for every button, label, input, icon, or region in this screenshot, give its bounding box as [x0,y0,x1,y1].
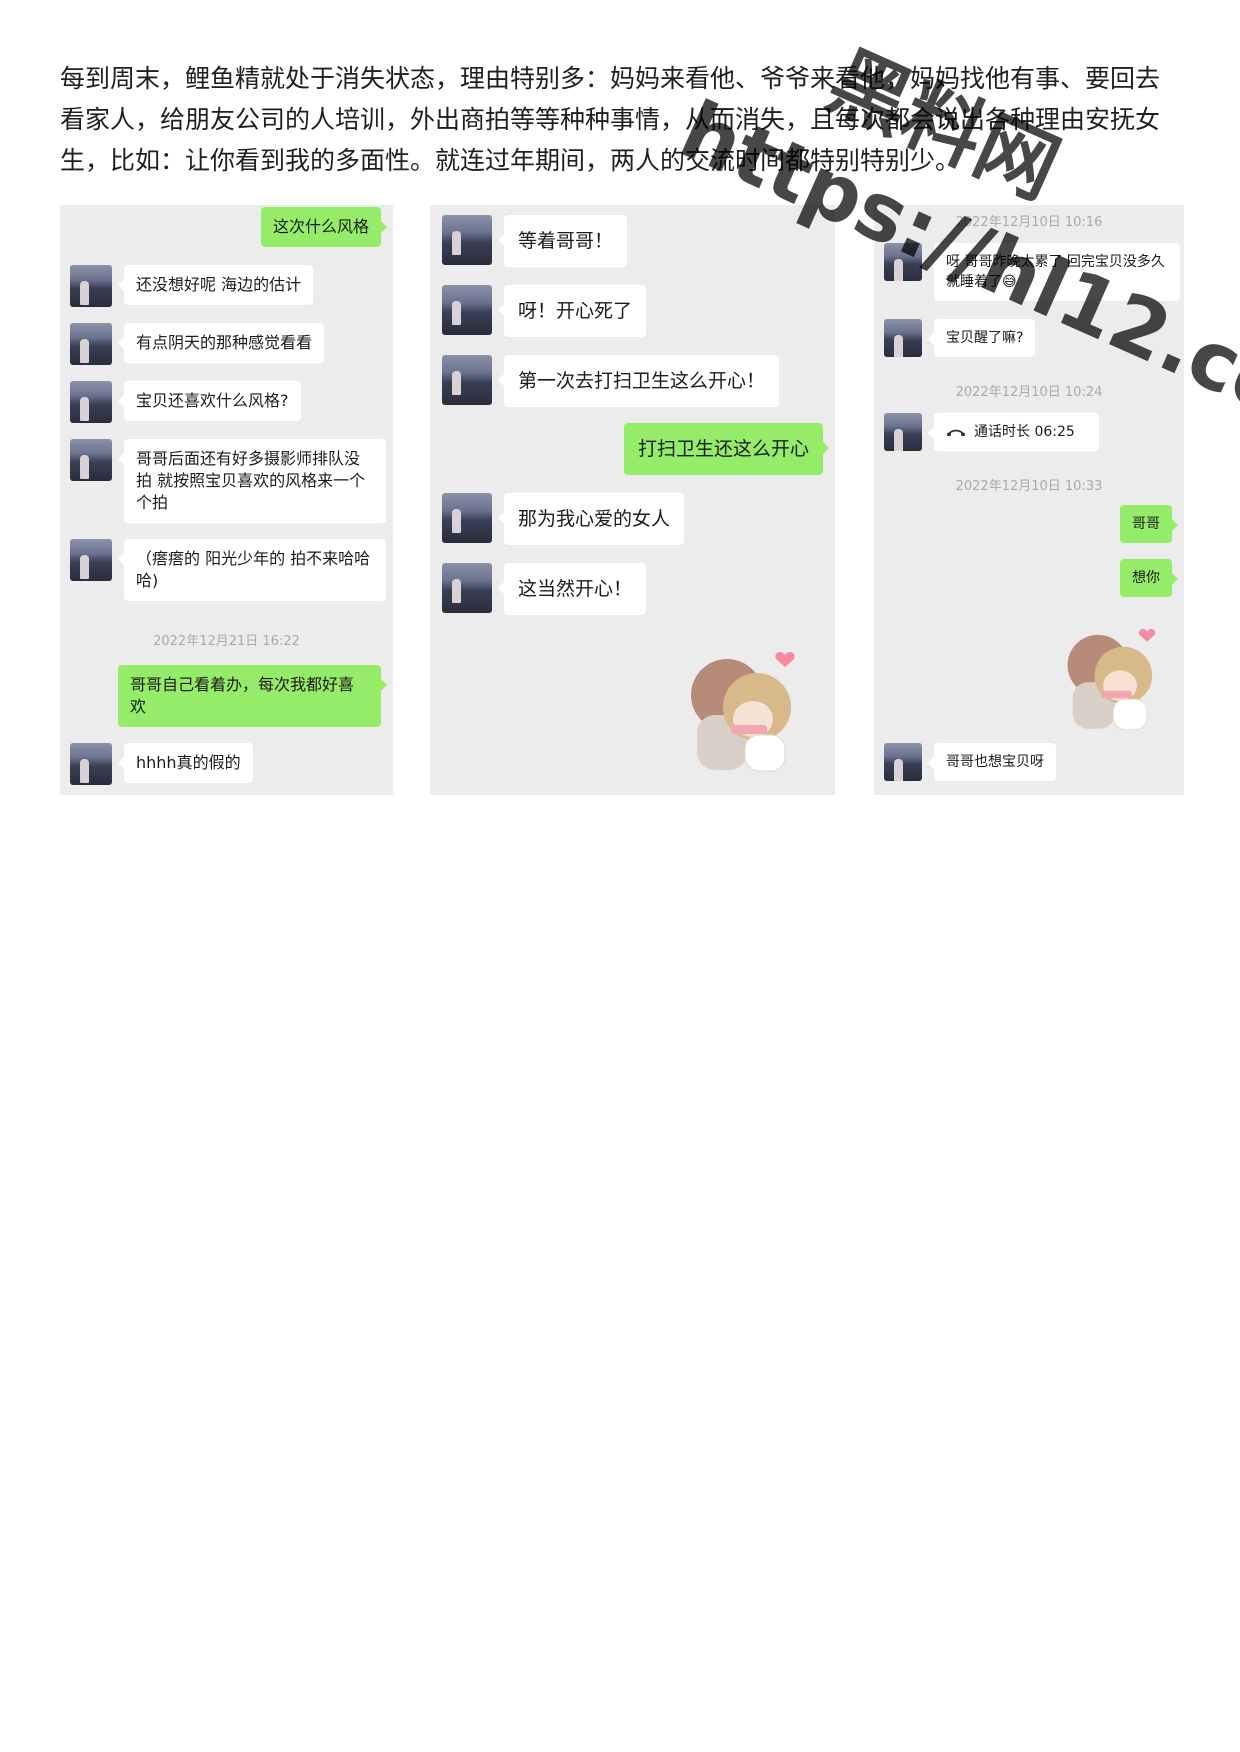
chat-message: 打扫卫生还这么开心 [430,423,835,475]
chat-message: 哥哥也想宝贝呀 [874,743,1184,781]
contact-avatar [70,381,112,423]
chat-timestamp: 2022年12月10日 10:33 [955,479,1103,494]
contact-avatar [442,563,492,613]
message-bubble-outgoing: 这次什么风格 [260,207,388,247]
contact-avatar [884,243,922,281]
chat-message: 第一次去打扫卫生这么开心！ [430,355,835,407]
chat-timestamp: 2022年12月21日 16:22 [153,634,300,649]
chat-message: hhhh真的假的 [60,743,393,785]
contact-avatar [884,743,922,781]
chat-message: 想你 [874,559,1184,597]
message-bubble-incoming: 宝贝还喜欢什么风格? [118,381,301,421]
chat-message: 宝贝醒了嘛? [874,319,1184,357]
call-duration-label: 通话时长 06:25 [974,424,1075,440]
contact-avatar [442,493,492,543]
hugging-couple-sticker-icon [1067,628,1156,731]
contact-avatar [70,265,112,307]
chat-message: 有点阴天的那种感觉看看 [60,323,393,365]
message-bubble-incoming: （瘩瘩的 阳光少年的 拍不来哈哈哈) [118,539,386,601]
contact-avatar [884,413,922,451]
call-record-bubble[interactable]: 通话时长 06:25 [928,413,1099,451]
chat-timestamp: 2022年12月10日 10:24 [955,385,1103,400]
chat-screenshot-3: 2022年12月10日 10:16 呀 哥哥昨晚太累了 回完宝贝没多久就睡着了😅… [874,205,1184,795]
message-bubble-incoming: 哥哥后面还有好多摄影师排队没拍 就按照宝贝喜欢的风格来一个个拍 [118,439,386,523]
message-bubble-incoming: 呀！开心死了 [497,285,647,337]
article-paragraph: 每到周末，鲤鱼精就处于消失状态，理由特别多：妈妈来看他、爷爷来看他，妈妈找他有事… [60,64,1161,175]
chat-message: 宝贝还喜欢什么风格? [60,381,393,423]
chat-screenshot-2: 等着哥哥！ 呀！开心死了 第一次去打扫卫生这么开心！ 打扫卫生还这么开心 那为我… [430,205,835,795]
hugging-couple-sticker-icon [691,652,795,772]
message-bubble-incoming: 等着哥哥！ [497,215,628,267]
chat-message: 呀 哥哥昨晚太累了 回完宝贝没多久就睡着了😅 [874,243,1184,301]
contact-avatar [442,355,492,405]
contact-avatar [70,743,112,785]
message-bubble-incoming: 那为我心爱的女人 [497,493,685,545]
chat-message: 通话时长 06:25 [874,413,1184,451]
message-bubble-incoming: 有点阴天的那种感觉看看 [117,323,325,363]
message-bubble-incoming: 这当然开心！ [497,563,647,615]
chat-message: 那为我心爱的女人 [430,493,835,545]
chat-message: 哥哥 [874,505,1184,543]
contact-avatar [70,323,112,365]
chat-message: 还没想好呢 海边的估计 [60,265,393,307]
chat-message: 哥哥自己看着办，每次我都好喜欢 [60,665,393,727]
chat-message: 等着哥哥！ [430,215,835,267]
contact-avatar [884,319,922,357]
message-bubble-incoming: hhhh真的假的 [118,743,253,783]
chat-message: 这当然开心！ [430,563,835,615]
chat-message: 呀！开心死了 [430,285,835,337]
chat-message: 这次什么风格 [60,207,393,247]
message-bubble-incoming: 宝贝醒了嘛? [927,319,1036,357]
message-bubble-outgoing: 想你 [1120,559,1178,597]
message-bubble-incoming: 呀 哥哥昨晚太累了 回完宝贝没多久就睡着了😅 [928,243,1180,301]
message-bubble-incoming: 第一次去打扫卫生这么开心！ [497,355,780,407]
contact-avatar [442,215,492,265]
message-bubble-outgoing: 打扫卫生还这么开心 [623,423,830,475]
message-bubble-incoming: 哥哥也想宝贝呀 [928,743,1056,781]
contact-avatar [442,285,492,335]
message-bubble-incoming: 还没想好呢 海边的估计 [117,265,314,305]
contact-avatar [70,539,112,581]
chat-screenshot-1: 这次什么风格 还没想好呢 海边的估计 有点阴天的那种感觉看看 宝贝还喜欢什么风格… [60,205,393,795]
contact-avatar [70,439,112,481]
chat-message: 哥哥后面还有好多摄影师排队没拍 就按照宝贝喜欢的风格来一个个拍 [60,439,393,523]
phone-handset-icon [947,429,965,436]
message-bubble-outgoing: 哥哥自己看着办，每次我都好喜欢 [118,665,387,727]
message-bubble-outgoing: 哥哥 [1120,505,1178,543]
chat-timestamp: 2022年12月10日 10:16 [955,215,1103,230]
chat-message: （瘩瘩的 阳光少年的 拍不来哈哈哈) [60,539,393,601]
